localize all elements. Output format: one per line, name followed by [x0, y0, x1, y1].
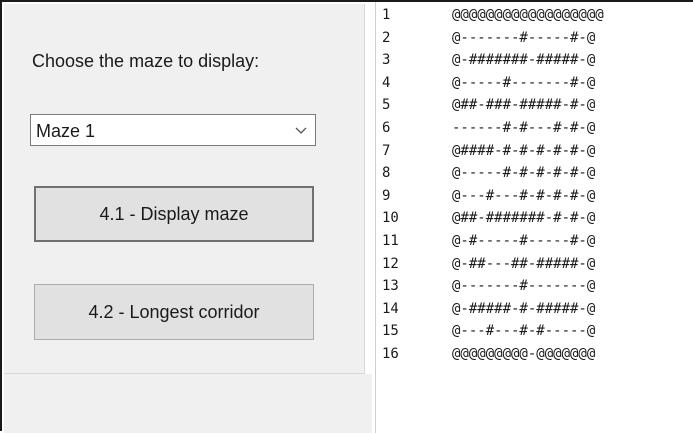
line-text: @@@@@@@@@@@@@@@@@@	[452, 7, 604, 23]
line-text: @-#-----#-----#-@	[452, 233, 596, 249]
maze-select-value: Maze 1	[36, 121, 96, 141]
line-number: 14	[382, 300, 399, 317]
line-text: @####-#-#-#-#-#-@	[452, 142, 596, 159]
line-number: 11	[382, 233, 399, 249]
line-number: 12	[382, 255, 399, 272]
line-number: 1	[382, 7, 391, 23]
line-number: 16	[382, 346, 399, 362]
display-maze-button[interactable]: 4.1 - Display maze	[34, 186, 314, 242]
line-text: @---#---#-#-#-#-@	[452, 187, 596, 204]
line-number: 8	[382, 165, 391, 182]
line-number: 4	[382, 74, 391, 91]
line-number: 2	[382, 29, 391, 46]
controls-panel: Choose the maze to display: Maze 1 4.1 -…	[4, 4, 365, 374]
app-window: Choose the maze to display: Maze 1 4.1 -…	[0, 0, 693, 433]
maze-line: 8 @-----#-#-#-#-#-@	[382, 162, 595, 184]
line-text: ------#-#---#-#-@	[452, 120, 596, 136]
maze-line: 11 @-#-----#-----#-@	[382, 230, 595, 252]
maze-line: 13 @-------#-------@	[382, 275, 595, 297]
maze-listing: 1 @@@@@@@@@@@@@@@@@@ 2 @-------#-----#-@ 3 @-…	[375, 2, 693, 433]
maze-line: 3 @-#######-#####-@	[382, 49, 595, 71]
line-number: 7	[382, 142, 391, 159]
controls-panel-footer	[4, 374, 372, 433]
maze-line: 1 @@@@@@@@@@@@@@@@@@	[382, 4, 604, 26]
line-text: @@@@@@@@@-@@@@@@@	[452, 346, 596, 362]
maze-line: 7 @####-#-#-#-#-#-@	[382, 140, 595, 162]
maze-line: 12 @-##---##-#####-@	[382, 253, 595, 275]
maze-line: 16 @@@@@@@@@-@@@@@@@	[382, 343, 595, 365]
maze-line: 4 @-----#-------#-@	[382, 72, 595, 94]
line-number: 5	[382, 97, 391, 114]
line-text: @-----#-#-#-#-#-@	[452, 165, 596, 182]
maze-prompt-label: Choose the maze to display:	[32, 51, 260, 71]
line-number: 6	[382, 120, 391, 136]
line-text: @##-#######-#-#-@	[452, 210, 596, 227]
line-text: @-##---##-#####-@	[452, 255, 596, 272]
chevron-down-icon[interactable]	[295, 124, 307, 136]
line-number: 9	[382, 187, 391, 204]
line-text: @-----#-------#-@	[452, 74, 596, 91]
maze-line: 2 @-------#-----#-@	[382, 27, 595, 49]
maze-line: 9 @---#---#-#-#-#-@	[382, 185, 595, 207]
maze-line: 15 @---#---#-#-----@	[382, 320, 595, 342]
maze-select[interactable]: Maze 1	[30, 114, 316, 146]
line-text: @---#---#-#-----@	[452, 323, 596, 340]
line-text: @##-###-#####-#-@	[452, 97, 596, 114]
line-number: 3	[382, 52, 391, 69]
longest-corridor-button[interactable]: 4.2 - Longest corridor	[34, 284, 314, 340]
line-number: 15	[382, 323, 399, 340]
line-text: @-------#-------@	[452, 278, 596, 295]
maze-line: 6 ------#-#---#-#-@	[382, 117, 595, 139]
line-number: 13	[382, 278, 399, 295]
maze-line: 14 @-#####-#-#####-@	[382, 298, 595, 320]
maze-line: 5 @##-###-#####-#-@	[382, 94, 595, 116]
maze-line: 10 @##-#######-#-#-@	[382, 207, 595, 229]
line-text: @-#####-#-#####-@	[452, 300, 596, 317]
line-text: @-------#-----#-@	[452, 29, 596, 46]
line-text: @-#######-#####-@	[452, 52, 596, 69]
line-number: 10	[382, 210, 399, 227]
